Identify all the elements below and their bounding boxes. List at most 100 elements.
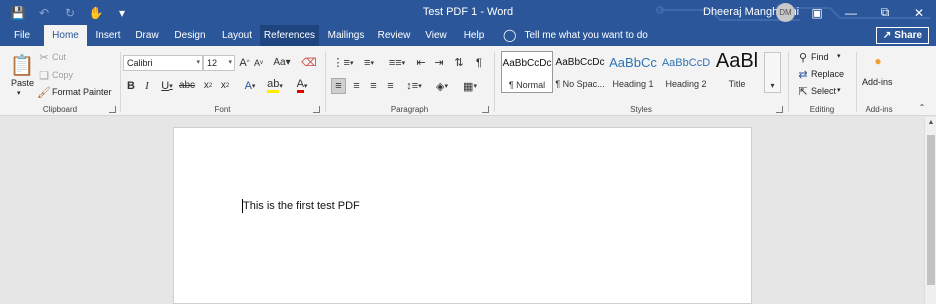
replace-button[interactable]: Replace: [811, 69, 844, 79]
style-sample: AaBbCc: [609, 55, 657, 70]
paragraph-dialog-launcher[interactable]: [482, 106, 489, 113]
style-heading-2[interactable]: AaBbCcD Heading 2: [660, 51, 712, 93]
addins-group-label: Add-ins: [865, 105, 893, 114]
ribbon-display-options-icon[interactable]: ▣: [800, 0, 834, 25]
style-name: Heading 1: [612, 79, 654, 89]
tab-file[interactable]: File: [6, 25, 38, 46]
chevron-down-icon[interactable]: ▾: [837, 52, 841, 60]
cut-button[interactable]: Cut: [52, 52, 66, 62]
styles-gallery-more-icon[interactable]: ▾: [764, 52, 781, 93]
italic-icon[interactable]: I: [141, 78, 153, 93]
tab-mailings[interactable]: Mailings: [324, 25, 368, 46]
superscript-icon[interactable]: x2: [218, 78, 232, 93]
underline-icon[interactable]: U ▾: [157, 78, 177, 93]
tab-design[interactable]: Design: [170, 25, 210, 46]
bold-icon[interactable]: B: [125, 78, 137, 93]
copy-button[interactable]: Copy: [52, 70, 73, 80]
minimize-icon[interactable]: —: [834, 0, 868, 25]
chevron-down-icon: ▾: [228, 59, 232, 66]
decrease-indent-icon[interactable]: ⇤: [414, 55, 428, 70]
cut-icon[interactable]: ✂: [38, 51, 50, 64]
document-page[interactable]: This is the first test PDF: [173, 127, 752, 304]
format-painter-button[interactable]: Format Painter: [52, 87, 112, 97]
chevron-down-icon: ▾: [196, 59, 200, 66]
font-group: Calibri ▾ 12 ▾ A ^ Av Aa▾ ⌫ B I U ▾ abc x2…: [121, 46, 324, 116]
increase-indent-icon[interactable]: ⇥: [432, 55, 446, 70]
subscript-icon[interactable]: x2: [201, 78, 215, 93]
text-effects-icon[interactable]: A ▾: [239, 78, 261, 93]
change-case-icon[interactable]: Aa▾: [271, 55, 293, 70]
style-no-spacing[interactable]: AaBbCcDc ¶ No Spac...: [554, 51, 606, 93]
vertical-scrollbar[interactable]: ▲: [924, 117, 936, 304]
find-icon[interactable]: ⚲: [797, 51, 809, 64]
align-left-icon[interactable]: ≡: [331, 78, 346, 94]
style-heading-1[interactable]: AaBbCc Heading 1: [607, 51, 659, 93]
style-name: ¶ Normal: [508, 80, 546, 90]
styles-dialog-launcher[interactable]: [776, 106, 783, 113]
replace-icon[interactable]: ⇄: [797, 68, 809, 81]
align-center-icon[interactable]: ≡: [349, 78, 364, 94]
tell-me-search[interactable]: ◯ Tell me what you want to do: [503, 28, 648, 42]
select-icon[interactable]: ⇱: [797, 85, 809, 98]
borders-icon[interactable]: ▦ ▾: [458, 78, 482, 94]
strikethrough-icon[interactable]: abc: [179, 78, 195, 93]
addins-button[interactable]: Add-ins: [862, 77, 893, 87]
styles-group: AaBbCcDc ¶ Normal AaBbCcDc ¶ No Spac... …: [495, 46, 787, 116]
collapse-ribbon-icon[interactable]: ⌃: [916, 102, 928, 112]
tab-layout[interactable]: Layout: [216, 25, 258, 46]
font-size-select[interactable]: 12 ▾: [203, 55, 235, 71]
style-title[interactable]: AaBl Title: [713, 50, 761, 93]
find-button[interactable]: Find: [811, 52, 829, 62]
multilevel-list-icon[interactable]: ≡≡ ▾: [384, 55, 410, 70]
restore-icon[interactable]: ⧉: [868, 0, 902, 25]
grow-font-icon[interactable]: A ^: [238, 55, 251, 70]
close-icon[interactable]: ✕: [902, 0, 936, 25]
clipboard-group: 📋 Paste ▾ ✂ Cut ❏ Copy 🖌 Format Painter …: [0, 46, 120, 116]
paste-button[interactable]: Paste: [11, 78, 34, 88]
numbering-icon[interactable]: ≡ ▾: [358, 55, 380, 70]
tab-home[interactable]: Home: [44, 25, 87, 46]
style-sample: AaBl: [715, 50, 759, 72]
shading-icon[interactable]: ◈ ▾: [430, 78, 454, 94]
style-sample: AaBbCcDc: [555, 57, 605, 68]
font-color-icon[interactable]: A ▾: [291, 78, 313, 93]
avatar[interactable]: DM: [776, 3, 795, 22]
chevron-down-icon[interactable]: ▾: [837, 86, 841, 94]
style-sample: AaBbCcDc: [502, 58, 552, 69]
tab-references[interactable]: References: [260, 25, 319, 46]
share-button[interactable]: ↗ Share: [876, 27, 929, 44]
clipboard-group-label: Clipboard: [42, 105, 78, 114]
paste-dropdown-icon[interactable]: ▾: [17, 89, 21, 97]
line-spacing-icon[interactable]: ↕≡ ▾: [402, 78, 426, 94]
document-canvas: This is the first test PDF: [0, 117, 924, 304]
format-painter-icon[interactable]: 🖌: [37, 86, 51, 99]
align-right-icon[interactable]: ≡: [366, 78, 381, 94]
ribbon: 📋 Paste ▾ ✂ Cut ❏ Copy 🖌 Format Painter …: [0, 46, 936, 116]
tab-draw[interactable]: Draw: [130, 25, 164, 46]
style-normal[interactable]: AaBbCcDc ¶ Normal: [501, 51, 553, 93]
paste-icon[interactable]: 📋: [10, 52, 35, 78]
addins-icon[interactable]: ●: [871, 54, 885, 68]
tab-insert[interactable]: Insert: [90, 25, 126, 46]
scrollbar-thumb[interactable]: [927, 135, 935, 285]
show-formatting-marks-icon[interactable]: ¶: [472, 55, 486, 70]
select-button[interactable]: Select: [811, 86, 836, 96]
font-name-select[interactable]: Calibri ▾: [123, 55, 203, 71]
bullets-icon[interactable]: ⋮≡ ▾: [332, 55, 354, 70]
tab-review[interactable]: Review: [375, 25, 413, 46]
editing-group-label: Editing: [809, 105, 835, 114]
tab-view[interactable]: View: [420, 25, 452, 46]
clipboard-dialog-launcher[interactable]: [109, 106, 116, 113]
shrink-font-icon[interactable]: Av: [252, 55, 265, 70]
highlight-color-icon[interactable]: ab ▾: [264, 78, 286, 93]
copy-icon[interactable]: ❏: [38, 69, 50, 82]
scroll-up-icon[interactable]: ▲: [925, 119, 936, 129]
clear-formatting-icon[interactable]: ⌫: [301, 55, 317, 70]
tab-help[interactable]: Help: [458, 25, 490, 46]
document-body-text[interactable]: This is the first test PDF: [243, 200, 360, 212]
tell-me-text: Tell me what you want to do: [524, 29, 648, 41]
sort-icon[interactable]: ⇅: [452, 55, 466, 70]
justify-icon[interactable]: ≡: [383, 78, 398, 94]
font-dialog-launcher[interactable]: [313, 106, 320, 113]
ribbon-tabs: File Home Insert Draw Design Layout Refe…: [0, 25, 936, 46]
